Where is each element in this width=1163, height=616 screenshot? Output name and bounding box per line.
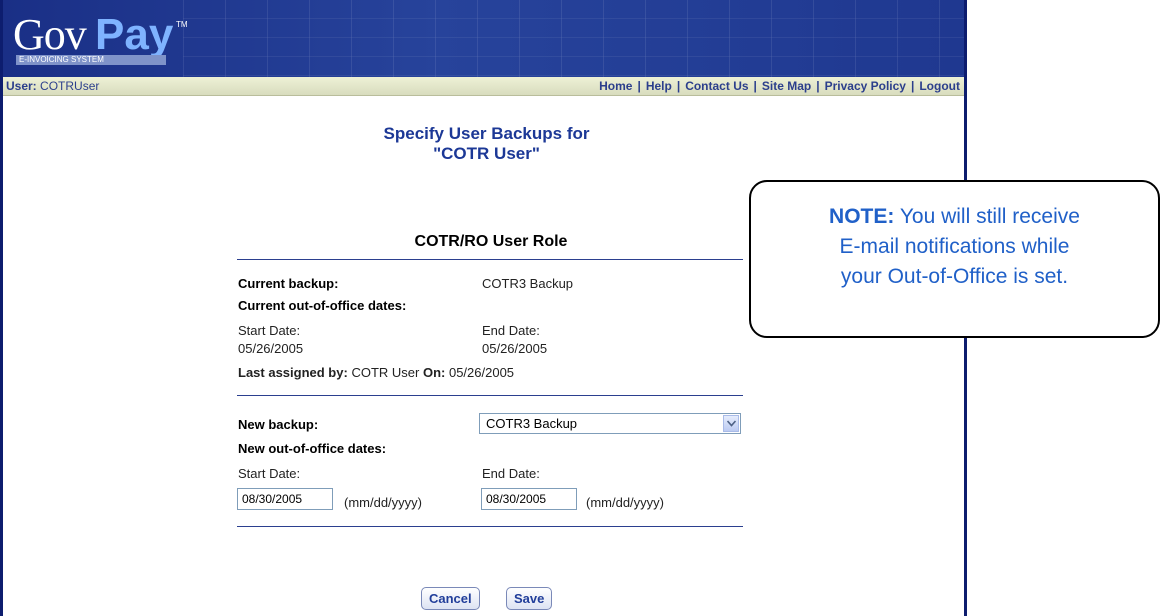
start-date-format-hint: (mm/dd/yyyy) — [344, 495, 422, 510]
assigned-by-value: COTR User — [351, 365, 420, 380]
current-dates-label: Current out-of-office dates: — [238, 298, 407, 313]
new-end-label: End Date: — [482, 466, 540, 481]
cancel-button[interactable]: Cancel — [421, 587, 480, 610]
chevron-down-icon[interactable] — [723, 415, 739, 432]
assigned-on-label: On: — [422, 365, 446, 380]
start-date-input[interactable] — [237, 488, 333, 510]
header-banner: Gov Pay TM E-INVOICING SYSTEM — [3, 0, 964, 77]
new-dates-label: New out-of-office dates: — [238, 441, 387, 456]
current-start-label: Start Date: — [238, 323, 301, 338]
divider-bottom — [237, 526, 743, 527]
page-title-line1: Specify User Backups for — [383, 124, 590, 143]
nav-link-help[interactable]: Help — [646, 79, 672, 93]
nav-link-home[interactable]: Home — [599, 79, 632, 93]
new-start-label: Start Date: — [238, 466, 301, 481]
current-end-label: End Date: — [482, 323, 540, 338]
new-backup-label: New backup: — [238, 417, 319, 432]
nav-links: Home | Help | Contact Us | Site Map | Privacy Po… — [599, 79, 960, 93]
current-backup-label: Current backup: — [238, 276, 339, 291]
current-end-value: 05/26/2005 — [482, 341, 548, 356]
divider-middle — [237, 395, 743, 396]
logo-trademark: TM — [176, 20, 188, 29]
user-label: User: — [6, 79, 37, 93]
nav-link-logout[interactable]: Logout — [919, 79, 960, 93]
new-backup-select[interactable]: COTR3 Backup — [479, 413, 741, 434]
end-date-format-hint: (mm/dd/yyyy) — [586, 495, 664, 510]
note-text-line2: E-mail notifications while — [839, 235, 1070, 258]
nav-link-privacy-policy[interactable]: Privacy Policy — [825, 79, 906, 93]
note-callout: NOTE: You will still receive E-mail noti… — [749, 180, 1160, 338]
current-backup-value: COTR3 Backup — [482, 276, 574, 291]
logo-gov-text: Gov — [13, 10, 87, 59]
note-prefix: NOTE: — [829, 205, 895, 228]
end-date-input[interactable] — [481, 488, 577, 510]
current-start-value: 05/26/2005 — [238, 341, 304, 356]
user-name: COTRUser — [40, 79, 100, 93]
page-title: Specify User Backups for "COTR User" — [3, 124, 970, 164]
save-button[interactable]: Save — [506, 587, 553, 610]
page-title-line2: "COTR User" — [433, 144, 540, 163]
user-info: User: COTRUser — [6, 79, 99, 93]
nav-link-site-map[interactable]: Site Map — [762, 79, 811, 93]
new-backup-selected-value: COTR3 Backup — [486, 416, 578, 431]
assigned-by-label: Last assigned by: — [238, 365, 348, 380]
role-title: COTR/RO User Role — [414, 233, 568, 250]
note-line1: NOTE: You will still receive — [751, 202, 1158, 232]
header-decoration — [183, 0, 964, 77]
nav-link-contact-us[interactable]: Contact Us — [685, 79, 748, 93]
note-text-line3: your Out-of-Office is set. — [840, 265, 1069, 288]
logo-pay-text: Pay — [95, 10, 174, 59]
logo-subtitle: E-INVOICING SYSTEM — [16, 55, 166, 65]
note-text-line1: You will still receive — [894, 205, 1080, 228]
last-assigned-line: Last assigned by: COTR User On: 05/26/20… — [238, 365, 514, 380]
nav-bar: User: COTRUser Home | Help | Contact Us | Site… — [3, 77, 964, 96]
assigned-on-value: 05/26/2005 — [448, 365, 515, 380]
divider-top — [237, 259, 743, 260]
